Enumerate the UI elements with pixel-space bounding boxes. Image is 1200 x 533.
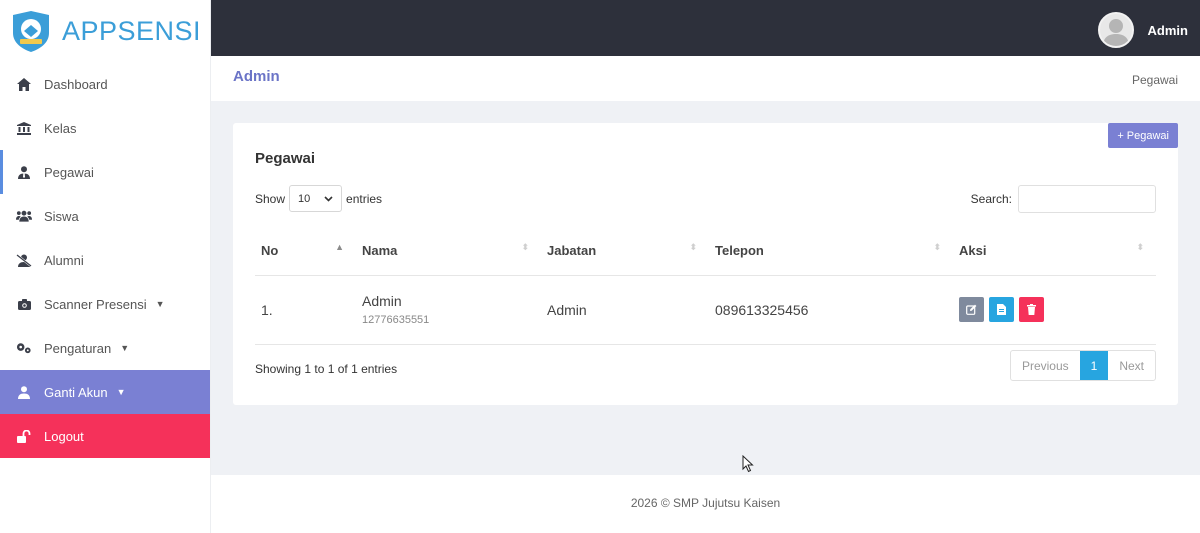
next-page-button[interactable]: Next bbox=[1108, 351, 1155, 380]
sidebar-item-label: Ganti Akun bbox=[44, 384, 108, 400]
entries-length-control: Show 10 entries bbox=[255, 185, 382, 212]
user-avatar-icon bbox=[1102, 19, 1129, 46]
sort-icon: ⬍ bbox=[933, 242, 941, 252]
breadcrumb[interactable]: Pegawai bbox=[1132, 73, 1178, 87]
home-icon bbox=[16, 76, 32, 92]
employee-name: Admin bbox=[362, 293, 402, 309]
user-menu[interactable]: Admin bbox=[1097, 12, 1188, 48]
pegawai-table: No ▲ Nama ⬍ Jabatan ⬍ Telepon ⬍ Aksi ⬍ 1… bbox=[255, 227, 1156, 345]
trash-icon bbox=[1027, 304, 1036, 315]
sidebar-item-pengaturan[interactable]: Pengaturan ▼ bbox=[0, 326, 210, 370]
cell-aksi bbox=[953, 275, 1156, 345]
detail-button[interactable] bbox=[989, 297, 1014, 322]
sidebar-item-label: Pengaturan bbox=[44, 340, 112, 356]
avatar[interactable] bbox=[1097, 12, 1134, 48]
sidebar-item-ganti-akun[interactable]: Ganti Akun ▼ bbox=[0, 370, 210, 414]
delete-button[interactable] bbox=[1019, 297, 1044, 322]
user-tie-icon bbox=[16, 164, 32, 180]
page-header: Admin Pegawai bbox=[211, 56, 1200, 101]
column-header-no[interactable]: No ▲ bbox=[255, 227, 356, 276]
column-label: Telepon bbox=[715, 243, 764, 259]
edit-button[interactable] bbox=[959, 297, 984, 322]
sidebar-item-label: Logout bbox=[44, 428, 84, 444]
page-title: Admin bbox=[233, 68, 280, 85]
column-label: Aksi bbox=[959, 243, 987, 259]
card-title: Pegawai bbox=[255, 150, 316, 167]
table-row: 1. Admin 12776635551 Admin 089613325456 bbox=[255, 275, 1156, 345]
sidebar-item-logout[interactable]: Logout bbox=[0, 414, 210, 458]
mouse-cursor-icon bbox=[742, 455, 754, 473]
brand-name: APPSENSI bbox=[62, 15, 202, 46]
sidebar-item-alumni[interactable]: Alumni bbox=[0, 238, 210, 282]
sidebar-item-label: Siswa bbox=[44, 208, 79, 224]
sidebar-menu: Dashboard Kelas Pegawai Siswa Alumni Sca… bbox=[0, 62, 210, 458]
pegawai-card: + Pegawai Pegawai Show 10 entries Search… bbox=[233, 123, 1178, 405]
employee-nip: 12776635551 bbox=[362, 314, 430, 326]
sidebar-item-scanner-presensi[interactable]: Scanner Presensi ▼ bbox=[0, 282, 210, 326]
sidebar-item-label: Pegawai bbox=[44, 164, 94, 180]
entries-label: entries bbox=[346, 191, 383, 206]
sort-icon: ⬍ bbox=[689, 242, 697, 252]
column-header-telepon[interactable]: Telepon ⬍ bbox=[709, 227, 953, 276]
entries-select-value: 10 bbox=[298, 192, 311, 205]
column-header-nama[interactable]: Nama ⬍ bbox=[356, 227, 541, 276]
sort-asc-icon: ▲ bbox=[335, 242, 344, 252]
sidebar-item-label: Dashboard bbox=[44, 76, 108, 92]
search-control: Search: bbox=[971, 185, 1156, 213]
table-info: Showing 1 to 1 of 1 entries bbox=[255, 362, 398, 376]
column-label: Jabatan bbox=[547, 243, 597, 259]
caret-down-icon: ▼ bbox=[120, 343, 130, 353]
column-label: No bbox=[261, 243, 279, 259]
row-actions bbox=[959, 297, 1156, 322]
sidebar-item-dashboard[interactable]: Dashboard bbox=[0, 62, 210, 106]
sidebar: APPSENSI Dashboard Kelas Pegawai Siswa A… bbox=[0, 0, 211, 533]
edit-icon bbox=[966, 304, 977, 315]
sidebar-item-siswa[interactable]: Siswa bbox=[0, 194, 210, 238]
page-1-button[interactable]: 1 bbox=[1079, 351, 1109, 380]
sidebar-item-kelas[interactable]: Kelas bbox=[0, 106, 210, 150]
footer: 2026 © SMP Jujutsu Kaisen bbox=[211, 475, 1200, 533]
search-input[interactable] bbox=[1018, 185, 1156, 213]
brand[interactable]: APPSENSI bbox=[0, 0, 210, 62]
column-label: Nama bbox=[362, 243, 398, 259]
sidebar-item-pegawai[interactable]: Pegawai bbox=[0, 150, 210, 194]
user-slash-icon bbox=[16, 252, 32, 268]
search-label: Search: bbox=[970, 192, 1012, 206]
sidebar-item-label: Scanner Presensi bbox=[44, 296, 147, 312]
unlock-icon bbox=[16, 428, 32, 444]
cell-nama: Admin 12776635551 bbox=[356, 275, 541, 345]
sidebar-item-label: Kelas bbox=[44, 120, 77, 136]
cogs-icon bbox=[16, 340, 32, 356]
sort-icon: ⬍ bbox=[1136, 242, 1144, 252]
cell-jabatan: Admin bbox=[541, 275, 709, 345]
caret-down-icon: ▼ bbox=[155, 299, 165, 309]
sidebar-item-label: Alumni bbox=[44, 252, 84, 268]
bank-icon bbox=[16, 120, 32, 136]
column-header-jabatan[interactable]: Jabatan ⬍ bbox=[541, 227, 709, 276]
caret-down-icon: ▼ bbox=[116, 387, 126, 397]
cell-no: 1. bbox=[255, 275, 356, 345]
school-emblem-icon bbox=[13, 11, 49, 52]
file-icon bbox=[997, 304, 1006, 315]
show-label: Show bbox=[255, 191, 286, 206]
main-content: + Pegawai Pegawai Show 10 entries Search… bbox=[211, 101, 1200, 475]
camera-icon bbox=[16, 296, 32, 312]
entries-select[interactable]: 10 bbox=[289, 185, 343, 212]
chevron-down-icon bbox=[324, 195, 333, 202]
add-pegawai-button[interactable]: + Pegawai bbox=[1108, 123, 1178, 148]
table-header-row: No ▲ Nama ⬍ Jabatan ⬍ Telepon ⬍ Aksi ⬍ bbox=[255, 227, 1156, 276]
users-icon bbox=[16, 208, 32, 224]
topbar: Admin bbox=[211, 0, 1200, 56]
sort-icon: ⬍ bbox=[521, 242, 529, 252]
column-header-aksi[interactable]: Aksi ⬍ bbox=[953, 227, 1156, 276]
pagination: Previous 1 Next bbox=[1009, 350, 1156, 381]
previous-page-button[interactable]: Previous bbox=[1011, 351, 1080, 380]
cell-telepon: 089613325456 bbox=[709, 275, 953, 345]
user-name: Admin bbox=[1147, 22, 1188, 38]
footer-text: 2026 © SMP Jujutsu Kaisen bbox=[630, 496, 781, 510]
user-icon bbox=[16, 384, 32, 400]
